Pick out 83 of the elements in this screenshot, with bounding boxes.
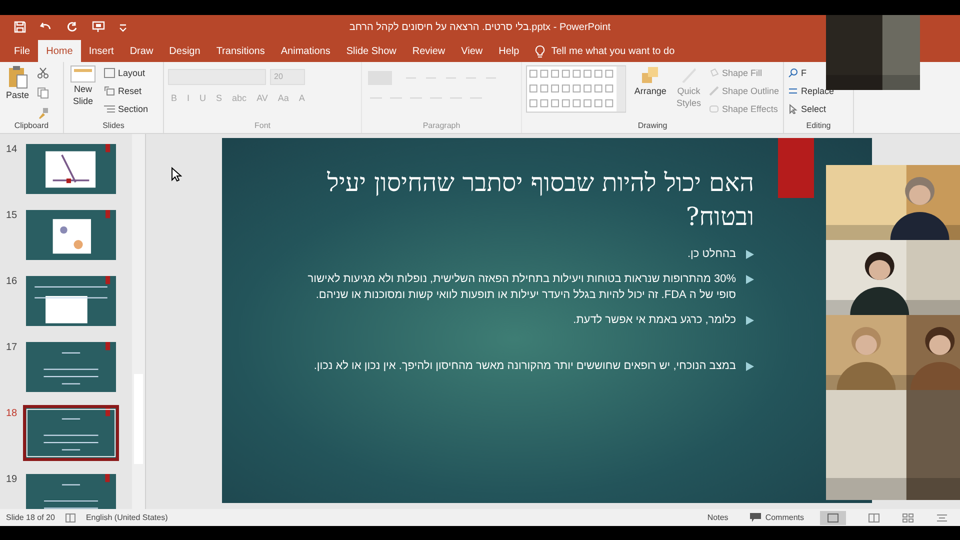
new-slide-button[interactable]: New Slide bbox=[68, 65, 98, 107]
ribbon-tab[interactable]: Review bbox=[404, 40, 454, 62]
reset-icon bbox=[104, 86, 115, 96]
bullet-arrow-icon bbox=[746, 275, 754, 284]
ribbon-tab[interactable]: Help bbox=[490, 40, 528, 62]
bullet-arrow-icon bbox=[746, 362, 754, 371]
find-button[interactable]: F bbox=[788, 65, 822, 81]
ribbon-tab[interactable]: View bbox=[453, 40, 491, 62]
slide-number: 18 bbox=[6, 408, 18, 419]
customize-icon[interactable] bbox=[119, 22, 127, 32]
search-icon bbox=[788, 68, 798, 78]
select-button[interactable]: Select bbox=[788, 101, 834, 117]
cursor-icon bbox=[171, 167, 182, 182]
comments-button[interactable]: Comments bbox=[744, 512, 810, 523]
ribbon-tab[interactable]: Home bbox=[38, 40, 81, 62]
accent-bar bbox=[778, 138, 814, 198]
slide-count: Slide 18 of 20 bbox=[6, 513, 55, 522]
ribbon-tab[interactable]: Design bbox=[161, 40, 208, 62]
slide-number: 16 bbox=[6, 276, 18, 287]
arrange-icon bbox=[640, 65, 660, 85]
group-label: Font bbox=[253, 121, 272, 132]
clipboard-icon bbox=[8, 65, 28, 89]
redo-icon[interactable] bbox=[66, 21, 78, 33]
group-label: Editing bbox=[805, 121, 832, 132]
reading-view-icon[interactable] bbox=[936, 512, 948, 522]
ribbon-tab[interactable]: Animations bbox=[272, 40, 338, 62]
paste-button[interactable]: Paste bbox=[4, 65, 32, 101]
bullet-text: במצב הנוכחי, יש רופאים שחוששים יותר מהקורונה מאשר מהחיסון ולהיפך. אין נכון או לא נכון. bbox=[314, 359, 736, 374]
scrollbar[interactable] bbox=[132, 134, 145, 509]
slide-thumbnail[interactable] bbox=[26, 210, 116, 260]
slide-thumbnail[interactable] bbox=[26, 474, 116, 509]
group-label: Drawing bbox=[636, 121, 668, 132]
slide-icon bbox=[70, 65, 96, 83]
comment-icon bbox=[750, 513, 762, 522]
bullet-text: בהחלט כן. bbox=[687, 247, 736, 262]
slide-thumbnail[interactable] bbox=[26, 408, 116, 458]
ribbon-tab[interactable]: Draw bbox=[122, 40, 162, 62]
ribbon-tab[interactable]: Slide Show bbox=[338, 40, 404, 62]
lightbulb-icon bbox=[535, 44, 546, 58]
group-label: Slides bbox=[102, 121, 126, 132]
shape-effects-button[interactable]: Shape Effects bbox=[708, 101, 779, 117]
ribbon-tab[interactable]: Transitions bbox=[208, 40, 273, 62]
reset-button[interactable]: Reset bbox=[104, 83, 148, 99]
slide-title: האם יכול להיות שבסוף יסתבר שהחיסון יעיל ובטוח? bbox=[326, 167, 754, 233]
notes-button[interactable]: Notes bbox=[701, 512, 734, 523]
ribbon-tab[interactable]: Insert bbox=[80, 40, 122, 62]
language-label: English (United States) bbox=[86, 513, 168, 522]
shape-fill-button[interactable]: Shape Fill bbox=[708, 65, 779, 81]
spelling-icon bbox=[64, 512, 76, 522]
group-label: Clipboard bbox=[13, 121, 50, 132]
group-label: Paragraph bbox=[422, 121, 462, 132]
effects-icon bbox=[708, 104, 719, 114]
tell-me-field[interactable]: Tell me what you want to do bbox=[535, 40, 702, 62]
normal-view-icon[interactable] bbox=[820, 510, 846, 524]
slide-thumbnail[interactable] bbox=[26, 342, 116, 392]
quick-styles-button[interactable]: Quick Styles bbox=[674, 65, 703, 109]
cursor-icon bbox=[788, 104, 798, 114]
save-icon[interactable] bbox=[14, 21, 26, 33]
bullet-text: כלומר, כרגע באמת אי אפשר לדעת. bbox=[573, 313, 736, 328]
slide-number: 14 bbox=[6, 144, 18, 155]
bullet-arrow-icon bbox=[746, 316, 754, 325]
shape-outline-button[interactable]: Shape Outline bbox=[708, 83, 779, 99]
copy-icon[interactable] bbox=[37, 87, 50, 99]
slide-thumbnail[interactable] bbox=[26, 144, 116, 194]
pencil-icon bbox=[708, 86, 719, 96]
slide-thumbnail[interactable] bbox=[26, 276, 116, 326]
presentation-icon[interactable] bbox=[92, 21, 105, 33]
section-button[interactable]: Section bbox=[104, 101, 148, 117]
section-icon bbox=[104, 104, 115, 114]
slide-number: 15 bbox=[6, 210, 18, 221]
arrange-button[interactable]: Arrange bbox=[632, 65, 668, 97]
replace-icon bbox=[788, 86, 798, 96]
slide-number: 19 bbox=[6, 474, 18, 485]
layout-button[interactable]: Layout bbox=[104, 65, 148, 81]
bullet-text: 30% מהתרופות שנראות בטוחות ויעילות בתחילת הפאזה השלישית, נופלות ולא מגיעות לאישור סופי של ה FDA. זה יכול להיות בגלל היעדר יעילות או תופעות לוואי קשות ומסוכנות או שניהם. bbox=[306, 272, 736, 303]
scissors-icon[interactable] bbox=[37, 67, 50, 79]
slide-number: 17 bbox=[6, 342, 18, 353]
window-title: בלי סרטים. הרצאה על חיסונים לקהל הרחב.pptx - PowerPoint bbox=[348, 22, 612, 32]
layout-icon bbox=[104, 68, 115, 78]
bullet-arrow-icon bbox=[746, 250, 754, 259]
sorter-view-icon[interactable] bbox=[902, 512, 914, 522]
ribbon-tab[interactable]: File bbox=[6, 40, 38, 62]
outline-view-icon[interactable] bbox=[868, 512, 880, 522]
